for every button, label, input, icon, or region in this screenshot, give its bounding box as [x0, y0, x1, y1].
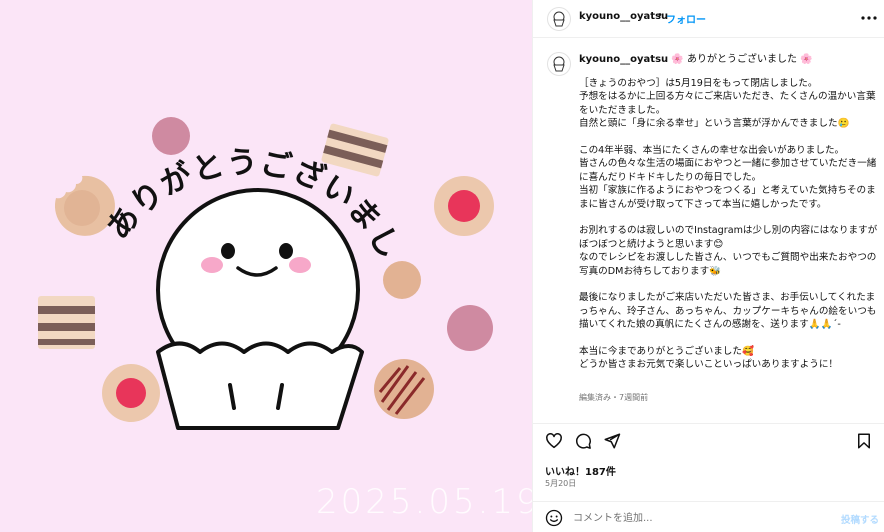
more-horizontal-icon[interactable] [861, 10, 877, 26]
caption-meta: 編集済み・7週間前 [579, 393, 649, 402]
caption-username[interactable]: kyouno__oyatsu [579, 54, 668, 65]
separator-dot: • [657, 10, 663, 21]
share-icon[interactable] [603, 432, 621, 450]
caption-body: ［きょうのおやつ］は5月19日をもって閉店しました。 予想をはるかに上回る方々に… [579, 77, 879, 385]
post-header: kyouno__oyatsu • フォロー [533, 0, 884, 38]
post-button[interactable]: 投稿する [841, 512, 879, 526]
chocolate-drizzle-cookie [374, 359, 434, 419]
bookmark-icon[interactable] [855, 432, 873, 450]
pink-round-cookie-top [152, 117, 190, 155]
caption-avatar[interactable] [547, 52, 571, 76]
cupcake-avatar-icon [553, 11, 565, 27]
cupcake-avatar-icon [553, 56, 565, 72]
pink-cookie-right [447, 305, 493, 351]
header-username[interactable]: kyouno__oyatsu [579, 11, 668, 22]
caption-area: kyouno__oyatsu 🌸 ありがとうございました 🌸 ［きょうのおやつ］… [533, 39, 884, 421]
comment-bar: 投稿する [533, 502, 884, 532]
tan-cookie-right [383, 261, 421, 299]
post-date[interactable]: 5月20日 [545, 478, 576, 489]
comment-input[interactable] [573, 508, 823, 528]
caption-paragraph: 本当に今までありがとうございました🥰 どうか皆さまお元気で楽しいこといっぱいあり… [579, 346, 839, 371]
follow-button[interactable]: フォロー [666, 11, 706, 26]
caption-title: 🌸 ありがとうございました 🌸 [668, 54, 813, 65]
layered-cookie-top [321, 123, 389, 177]
avatar[interactable] [547, 7, 571, 31]
jam-cookie-left [102, 364, 160, 422]
heart-icon[interactable] [545, 432, 563, 450]
layered-cookie-left [38, 296, 95, 349]
date-stamp: 2025.05.19 [316, 482, 532, 522]
action-bar [533, 424, 884, 458]
cupcake-character [156, 188, 364, 430]
caption-paragraph: ［きょうのおやつ］は5月19日をもって閉店しました。 予想をはるかに上回る方々に… [579, 78, 876, 130]
comment-icon[interactable] [574, 432, 592, 450]
smiley-icon[interactable] [545, 509, 563, 527]
post-sidebar: kyouno__oyatsu • フォロー kyouno__oyatsu 🌸 あ… [532, 0, 884, 532]
caption-heading: kyouno__oyatsu 🌸 ありがとうございました 🌸 [579, 53, 813, 67]
caption-paragraph: お別れするのは寂しいのでInstagramは少し別の内容にはなりますがぼつぼつと… [579, 225, 878, 277]
like-count[interactable]: いいね！187件 [545, 463, 616, 478]
jam-cookie-right [434, 176, 494, 236]
post-illustration: ありがとうございました [0, 0, 494, 430]
caption-paragraph: この4年半弱、本当にたくさんの幸せな出会いがありました。 皆さんの色々な生活の場… [579, 145, 877, 210]
caption-paragraph: 最後になりましたがご来店いただいた皆さま、お手伝いしてくれたまっちゃん、玲子さん… [579, 292, 877, 331]
post-image[interactable]: ありがとうございました 2025.05.19 [0, 0, 532, 532]
